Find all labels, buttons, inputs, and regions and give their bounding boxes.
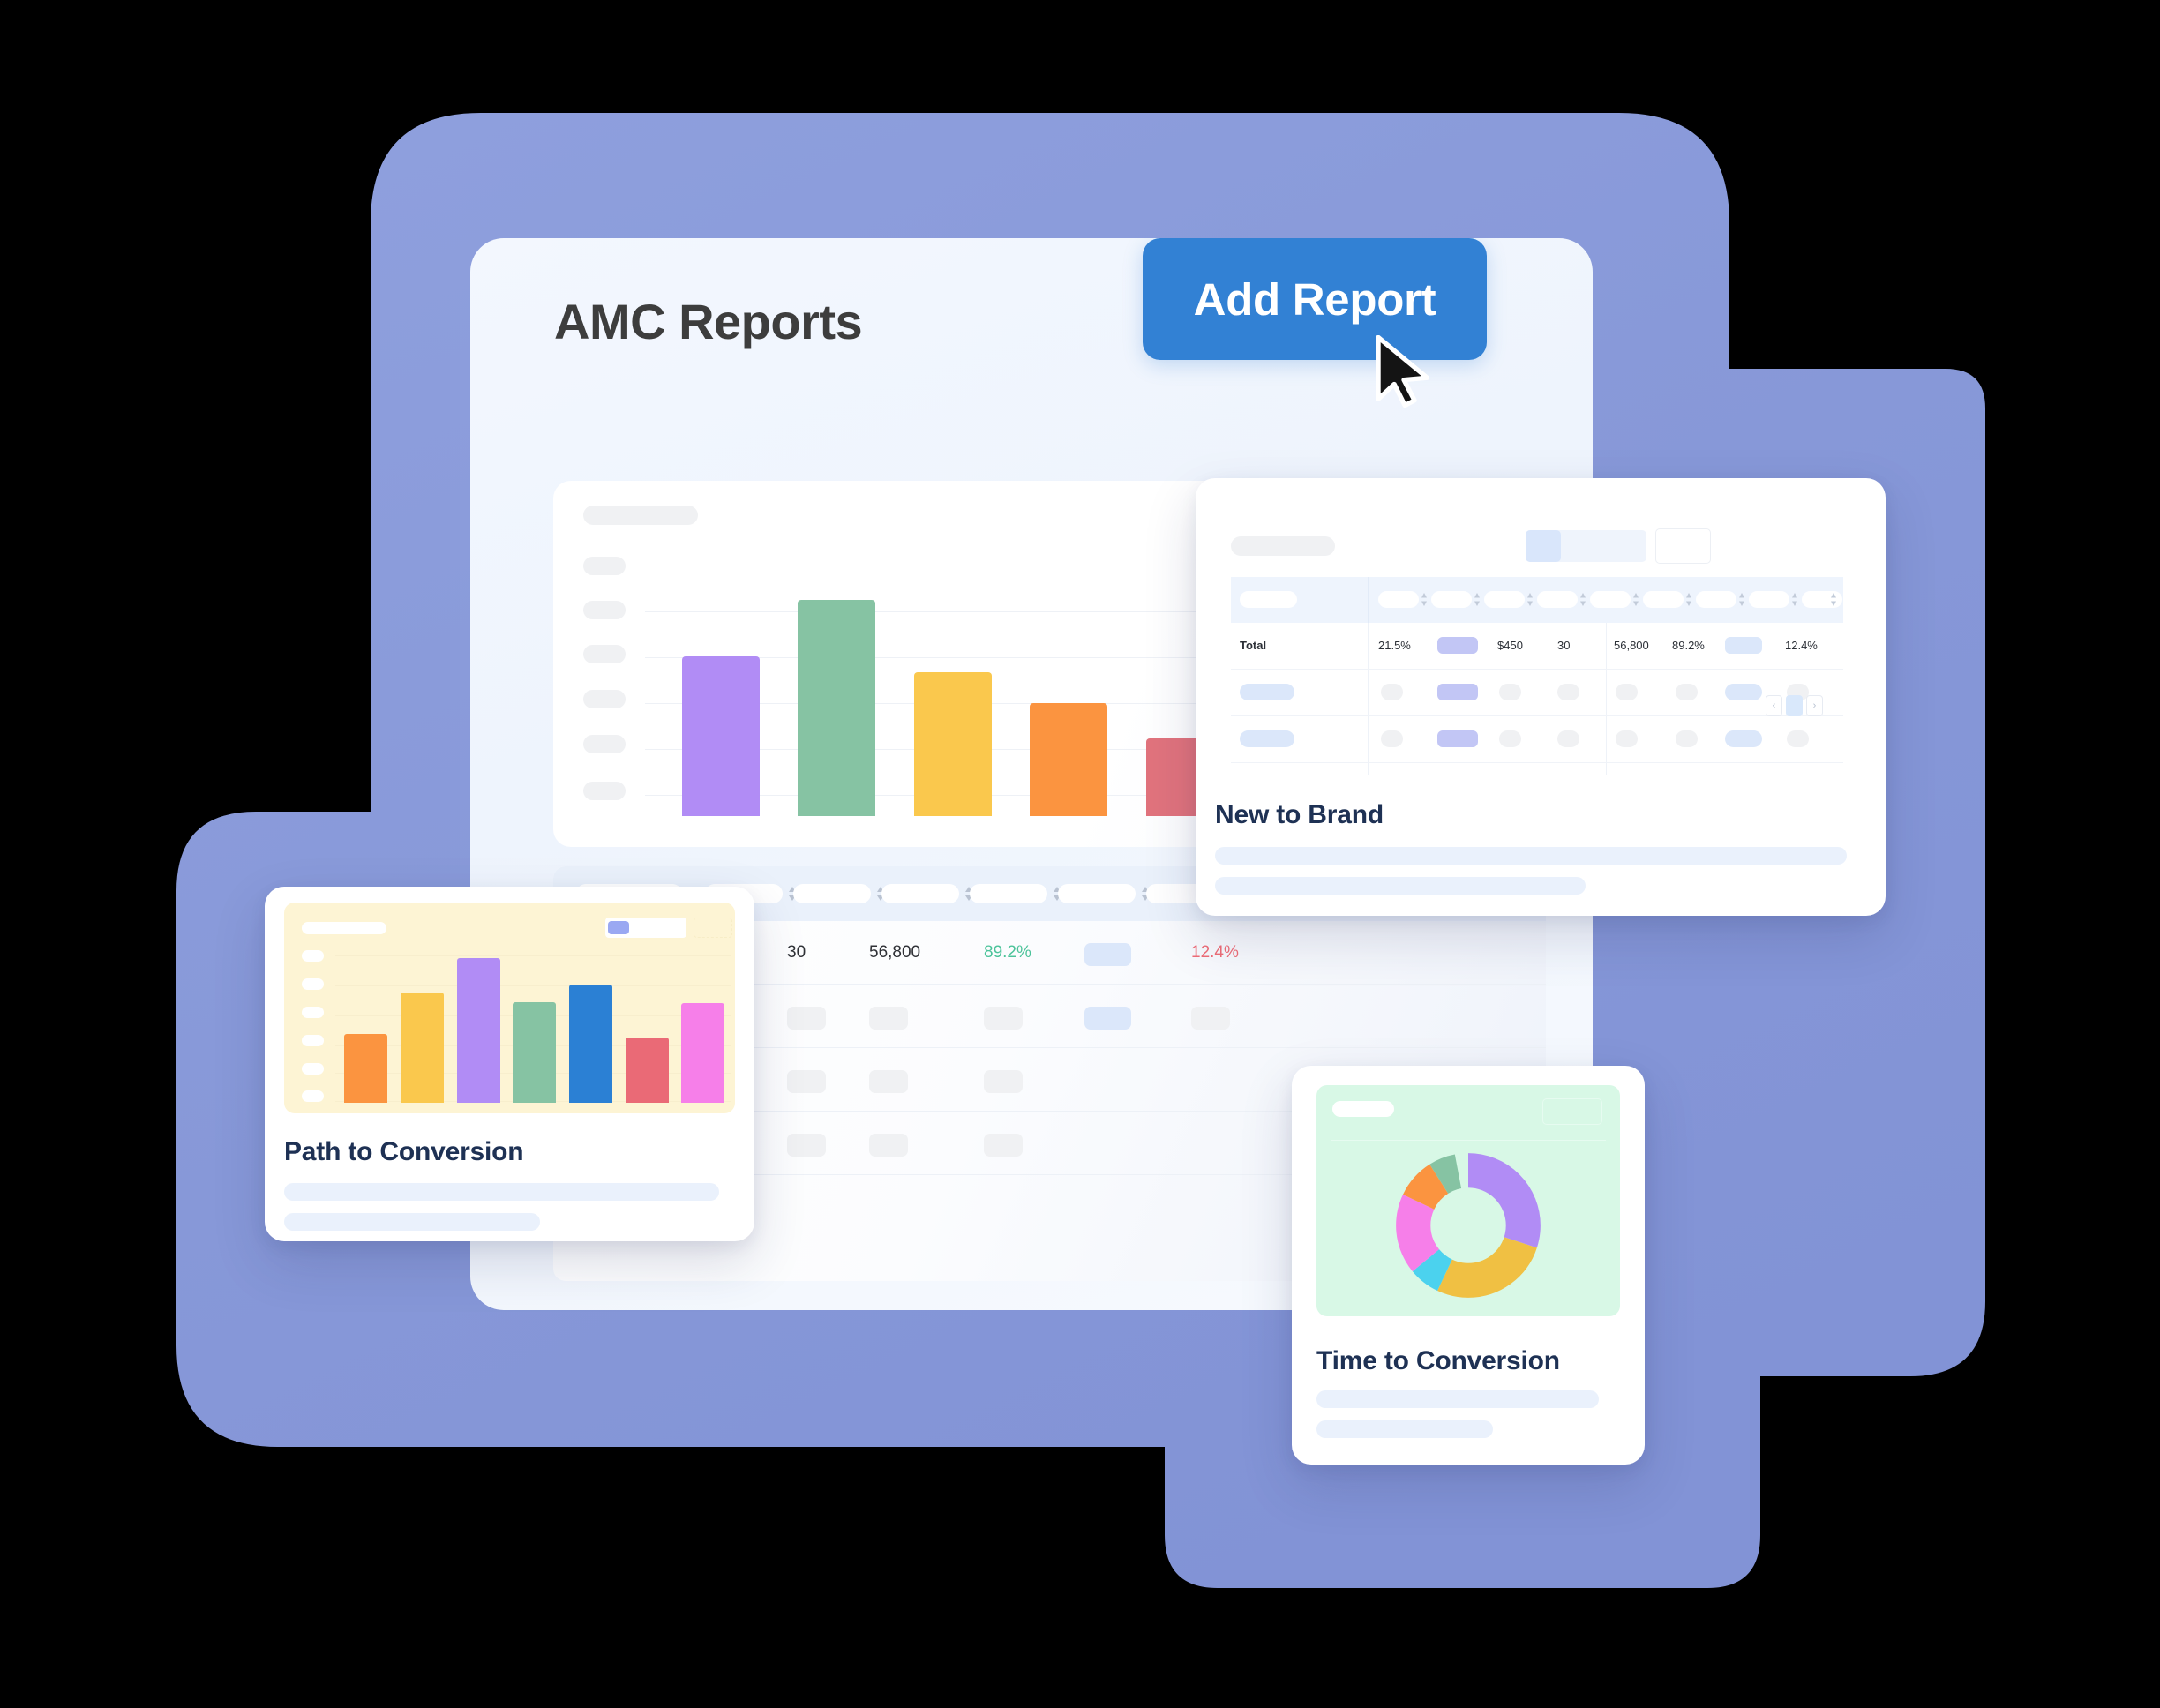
dashboard-header: AMC Reports Add Report	[470, 238, 1593, 450]
sort-icon[interactable]	[1738, 591, 1745, 608]
cell-value: 56,800	[869, 943, 921, 962]
chart-title-placeholder	[302, 922, 386, 934]
chart-title-placeholder	[1332, 1101, 1394, 1117]
sort-icon[interactable]	[1685, 591, 1692, 608]
filter-box[interactable]	[1655, 528, 1711, 564]
sort-icon[interactable]	[1791, 591, 1798, 608]
table-row-total: Total 21.5% $450 30 56,800 89.2% 12.4%	[1231, 623, 1843, 670]
add-report-button[interactable]: Add Report	[1143, 238, 1487, 360]
card-title-path-to-conversion: Path to Conversion	[284, 1137, 524, 1166]
description-line	[1316, 1420, 1493, 1438]
segmented-control-active[interactable]	[1526, 530, 1561, 562]
table-row	[1231, 670, 1843, 716]
card-time-to-conversion[interactable]: Time to Conversion	[1292, 1066, 1645, 1465]
cell-value: 30	[787, 943, 806, 962]
bar-chart-plot-area	[335, 940, 731, 1103]
cell-value: 12.4%	[1785, 639, 1818, 652]
sort-icon[interactable]	[1632, 591, 1639, 608]
donut-chart	[1396, 1153, 1541, 1298]
y-axis-label-placeholder	[583, 557, 626, 575]
card-title-new-to-brand: New to Brand	[1215, 800, 1384, 829]
y-axis-label-placeholder	[583, 601, 626, 619]
description-line	[1215, 847, 1847, 865]
sort-icon[interactable]	[1579, 591, 1586, 608]
filter-box[interactable]	[1542, 1098, 1602, 1125]
bar-1	[682, 656, 760, 816]
screenshot-stage: { "theme": { "blob_color": "#8a9ad9", "p…	[0, 0, 2160, 1708]
sort-icon[interactable]	[1421, 591, 1428, 608]
y-axis-label-placeholder	[583, 690, 626, 708]
pagination-current-page[interactable]	[1786, 695, 1803, 716]
path-to-conversion-chart-preview	[284, 903, 735, 1113]
cell-value: 89.2%	[984, 943, 1031, 962]
toolbar-placeholder	[1231, 536, 1335, 556]
bar-3	[457, 958, 500, 1103]
cell-value: 21.5%	[1378, 639, 1411, 652]
bar-2	[401, 993, 444, 1103]
pagination-prev-button[interactable]: ‹	[1766, 695, 1782, 716]
bar-6	[626, 1038, 669, 1103]
cell-bar	[1725, 637, 1762, 654]
cell-value: 12.4%	[1191, 943, 1239, 962]
card-title-time-to-conversion: Time to Conversion	[1316, 1346, 1560, 1375]
bar-5	[569, 985, 612, 1103]
segmented-control-active[interactable]	[608, 921, 629, 934]
new-to-brand-table-preview: Total 21.5% $450 30 56,800 89.2% 12.4%	[1215, 494, 1866, 775]
divider	[1331, 1140, 1606, 1141]
cell-value: 89.2%	[1672, 639, 1705, 652]
cell-bar	[1437, 637, 1478, 654]
description-line	[284, 1213, 540, 1231]
y-axis-label-placeholder	[583, 735, 626, 753]
segmented-control[interactable]	[605, 918, 686, 938]
filter-box[interactable]	[694, 918, 732, 938]
chart-title-placeholder	[583, 506, 698, 525]
segmented-control[interactable]	[1526, 530, 1646, 562]
pagination-next-button[interactable]: ›	[1806, 695, 1823, 716]
description-line	[284, 1183, 719, 1201]
bar-3	[914, 672, 992, 816]
y-axis-label-placeholder	[583, 782, 626, 800]
cell-value: $450	[1497, 639, 1523, 652]
table-header-row	[1231, 577, 1843, 623]
row-label: Total	[1240, 639, 1267, 652]
bar-2	[798, 600, 875, 816]
description-line	[1215, 877, 1586, 895]
cell-value: 30	[1557, 639, 1571, 652]
card-path-to-conversion[interactable]: Path to Conversion	[265, 887, 754, 1241]
y-axis-label-placeholder	[583, 645, 626, 663]
bar-7	[681, 1003, 724, 1103]
sort-icon[interactable]	[1474, 591, 1481, 608]
sort-icon[interactable]	[1526, 591, 1534, 608]
time-to-conversion-chart-preview	[1316, 1085, 1620, 1316]
sort-icon[interactable]	[1830, 591, 1837, 608]
bar-4	[1030, 703, 1107, 816]
card-new-to-brand[interactable]: Total 21.5% $450 30 56,800 89.2% 12.4% ‹…	[1196, 478, 1886, 916]
cell-value: 56,800	[1614, 639, 1649, 652]
description-line	[1316, 1390, 1599, 1408]
bar-1	[344, 1034, 387, 1103]
table-row	[1231, 763, 1843, 775]
bar-4	[513, 1002, 556, 1103]
table-row	[1231, 716, 1843, 763]
page-title: AMC Reports	[554, 294, 863, 349]
